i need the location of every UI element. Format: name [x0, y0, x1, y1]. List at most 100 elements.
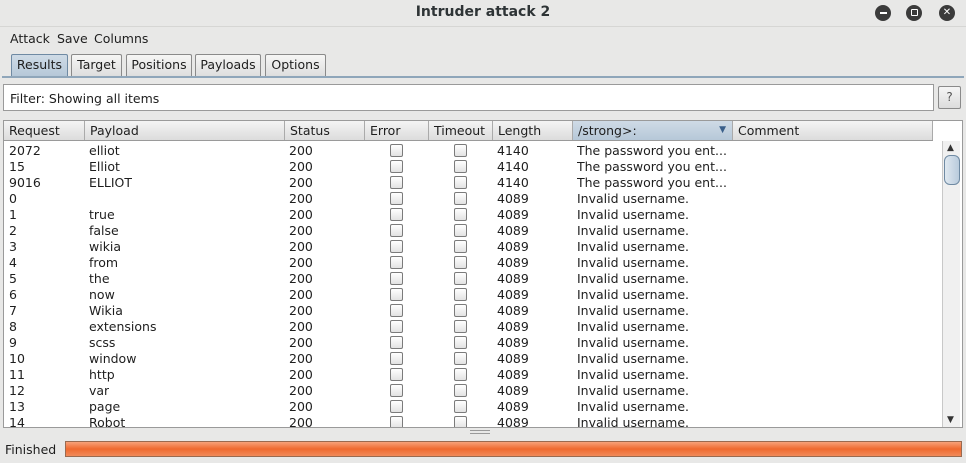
table-row[interactable]: 14 Robot 200 4089 Invalid username. — [4, 415, 942, 428]
cell-length: 4089 — [497, 367, 529, 382]
menu-columns[interactable]: Columns — [94, 31, 148, 46]
close-icon: ✕ — [942, 7, 952, 18]
cell-length: 4089 — [497, 191, 529, 206]
cell-payload: false — [89, 223, 119, 238]
table-row[interactable]: 2072 elliot 200 4140 The password you ent... — [4, 143, 942, 159]
column-timeout[interactable]: Timeout — [429, 121, 493, 140]
table-row[interactable]: 6 now 200 4089 Invalid username. — [4, 287, 942, 303]
error-checkbox — [390, 208, 403, 221]
table-row[interactable]: 11 http 200 4089 Invalid username. — [4, 367, 942, 383]
error-checkbox — [390, 160, 403, 173]
filter-bar[interactable]: Filter: Showing all items — [3, 84, 934, 111]
cell-length: 4089 — [497, 303, 529, 318]
timeout-checkbox — [454, 288, 467, 301]
cell-status: 200 — [289, 415, 313, 428]
cell-length: 4089 — [497, 415, 529, 428]
cell-grep-match: Invalid username. — [577, 207, 689, 222]
column-comment[interactable]: Comment — [733, 121, 933, 140]
table-row[interactable]: 0 200 4089 Invalid username. — [4, 191, 942, 207]
timeout-checkbox — [454, 160, 467, 173]
cell-status: 200 — [289, 255, 313, 270]
cell-status: 200 — [289, 335, 313, 350]
tab-positions[interactable]: Positions — [126, 54, 192, 76]
timeout-checkbox — [454, 304, 467, 317]
cell-request: 13 — [9, 399, 25, 414]
cell-request: 6 — [9, 287, 17, 302]
table-row[interactable]: 5 the 200 4089 Invalid username. — [4, 271, 942, 287]
timeout-checkbox — [454, 144, 467, 157]
cell-request: 9016 — [9, 175, 41, 190]
cell-payload: page — [89, 399, 121, 414]
column-request[interactable]: Request — [4, 121, 85, 140]
table-row[interactable]: 9016 ELLIOT 200 4140 The password you ent... — [4, 175, 942, 191]
table-row[interactable]: 3 wikia 200 4089 Invalid username. — [4, 239, 942, 255]
column-length[interactable]: Length — [493, 121, 573, 140]
timeout-checkbox — [454, 240, 467, 253]
help-button[interactable]: ? — [938, 86, 961, 109]
scroll-down-icon[interactable]: ▼ — [947, 415, 954, 425]
cell-length: 4089 — [497, 207, 529, 222]
maximize-button[interactable] — [906, 5, 922, 21]
column-payload[interactable]: Payload — [85, 121, 285, 140]
cell-request: 5 — [9, 271, 17, 286]
column-grep-match[interactable]: /strong>: ▼ — [573, 121, 733, 140]
menu-attack[interactable]: Attack — [10, 31, 50, 46]
tab-results[interactable]: Results — [11, 54, 68, 76]
menu-save[interactable]: Save — [57, 31, 88, 46]
maximize-icon — [910, 9, 918, 16]
error-checkbox — [390, 368, 403, 381]
cell-status: 200 — [289, 239, 313, 254]
cell-status: 200 — [289, 383, 313, 398]
table-row[interactable]: 12 var 200 4089 Invalid username. — [4, 383, 942, 399]
cell-length: 4089 — [497, 223, 529, 238]
table-row[interactable]: 10 window 200 4089 Invalid username. — [4, 351, 942, 367]
cell-payload: extensions — [89, 319, 157, 334]
cell-length: 4089 — [497, 271, 529, 286]
cell-length: 4140 — [497, 175, 529, 190]
table-row[interactable]: 7 Wikia 200 4089 Invalid username. — [4, 303, 942, 319]
column-status[interactable]: Status — [285, 121, 365, 140]
cell-length: 4089 — [497, 239, 529, 254]
column-error[interactable]: Error — [365, 121, 429, 140]
minimize-button[interactable] — [875, 5, 891, 21]
cell-grep-match: Invalid username. — [577, 239, 689, 254]
cell-grep-match: The password you ent... — [577, 159, 727, 174]
cell-status: 200 — [289, 191, 313, 206]
timeout-checkbox — [454, 416, 467, 427]
cell-length: 4089 — [497, 319, 529, 334]
cell-status: 200 — [289, 399, 313, 414]
cell-length: 4089 — [497, 255, 529, 270]
vertical-scrollbar[interactable]: ▲ ▼ — [942, 141, 960, 427]
cell-request: 12 — [9, 383, 25, 398]
cell-status: 200 — [289, 367, 313, 382]
scroll-up-icon[interactable]: ▲ — [947, 143, 954, 153]
cell-status: 200 — [289, 351, 313, 366]
tab-options[interactable]: Options — [265, 54, 326, 76]
timeout-checkbox — [454, 176, 467, 189]
error-checkbox — [390, 256, 403, 269]
cell-payload: var — [89, 383, 110, 398]
table-row[interactable]: 4 from 200 4089 Invalid username. — [4, 255, 942, 271]
tab-target[interactable]: Target — [71, 54, 122, 76]
scroll-thumb[interactable] — [944, 155, 960, 185]
tab-payloads[interactable]: Payloads — [195, 54, 261, 76]
table-row[interactable]: 8 extensions 200 4089 Invalid username. — [4, 319, 942, 335]
cell-payload: scss — [89, 335, 116, 350]
timeout-checkbox — [454, 256, 467, 269]
table-row[interactable]: 15 Elliot 200 4140 The password you ent... — [4, 159, 942, 175]
table-row[interactable]: 13 page 200 4089 Invalid username. — [4, 399, 942, 415]
cell-length: 4089 — [497, 383, 529, 398]
cell-request: 11 — [9, 367, 25, 382]
table-row[interactable]: 9 scss 200 4089 Invalid username. — [4, 335, 942, 351]
cell-status: 200 — [289, 271, 313, 286]
cell-request: 1 — [9, 207, 17, 222]
table-row[interactable]: 1 true 200 4089 Invalid username. — [4, 207, 942, 223]
close-button[interactable]: ✕ — [939, 5, 955, 21]
table-row[interactable]: 2 false 200 4089 Invalid username. — [4, 223, 942, 239]
timeout-checkbox — [454, 208, 467, 221]
table-header: Request Payload Status Error Timeout Len… — [4, 121, 933, 141]
pane-splitter-handle[interactable] — [470, 430, 490, 434]
timeout-checkbox — [454, 368, 467, 381]
cell-payload: now — [89, 287, 115, 302]
error-checkbox — [390, 240, 403, 253]
